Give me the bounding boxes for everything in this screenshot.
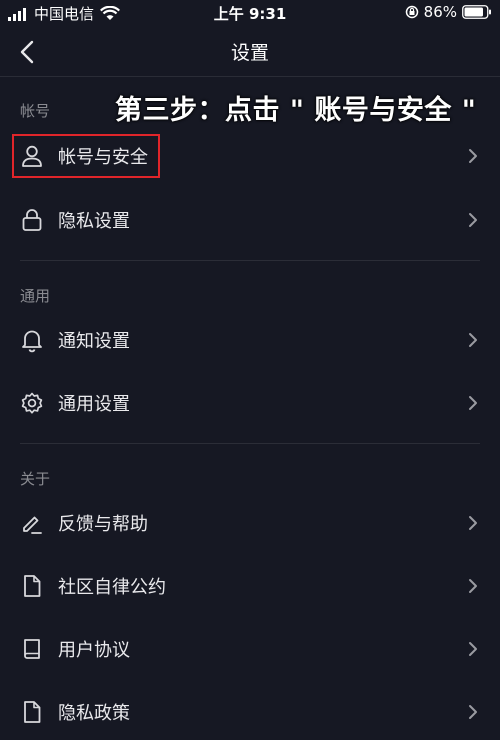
settings-item-privacy-policy[interactable]: 隐私政策	[0, 684, 500, 740]
settings-item-label: 通用设置	[58, 394, 130, 415]
settings-item-label: 反馈与帮助	[58, 514, 148, 535]
section-title-general: 通用	[20, 287, 51, 305]
chevron-right-icon	[466, 211, 480, 229]
status-right: 86%	[405, 3, 492, 21]
settings-item-label: 通知设置	[58, 331, 130, 352]
document-icon	[19, 699, 45, 725]
chevron-right-icon	[466, 394, 480, 412]
highlight-box	[12, 134, 160, 178]
settings-item-label: 用户协议	[58, 640, 130, 661]
gear-icon	[19, 390, 45, 416]
section-divider	[20, 443, 480, 444]
document-icon	[19, 573, 45, 599]
settings-item-label: 隐私设置	[58, 211, 130, 232]
header-divider	[0, 76, 500, 77]
settings-item-user-agreement[interactable]: 用户协议	[0, 621, 500, 677]
settings-item-label: 社区自律公约	[58, 577, 166, 598]
book-icon	[19, 636, 45, 662]
chevron-right-icon	[466, 703, 480, 721]
chevron-right-icon	[466, 514, 480, 532]
section-title-about: 关于	[20, 470, 51, 488]
settings-item-privacy[interactable]: 隐私设置	[0, 192, 500, 248]
section-title-account: 帐号	[20, 102, 51, 120]
chevron-right-icon	[466, 331, 480, 349]
status-bar: 中国电信 上午 9:31 86%	[0, 0, 500, 26]
settings-item-label: 隐私政策	[58, 703, 130, 724]
section-divider	[20, 260, 480, 261]
nav-bar: 设置	[0, 26, 500, 76]
chevron-right-icon	[466, 640, 480, 658]
chevron-right-icon	[466, 147, 480, 165]
bell-icon	[19, 327, 45, 353]
settings-item-community-guidelines[interactable]: 社区自律公约	[0, 558, 500, 614]
page-title: 设置	[230, 42, 269, 64]
lock-icon	[19, 207, 45, 233]
settings-item-feedback[interactable]: 反馈与帮助	[0, 495, 500, 551]
battery-icon	[462, 5, 491, 19]
battery-percent: 86%	[423, 3, 457, 21]
settings-item-notifications[interactable]: 通知设置	[0, 312, 500, 368]
chevron-right-icon	[466, 577, 480, 595]
pencil-icon	[19, 510, 45, 536]
orientation-lock-icon	[405, 5, 418, 19]
tutorial-caption: 第三步：点击 " 账号与安全 "	[115, 95, 477, 126]
settings-item-general[interactable]: 通用设置	[0, 375, 500, 431]
